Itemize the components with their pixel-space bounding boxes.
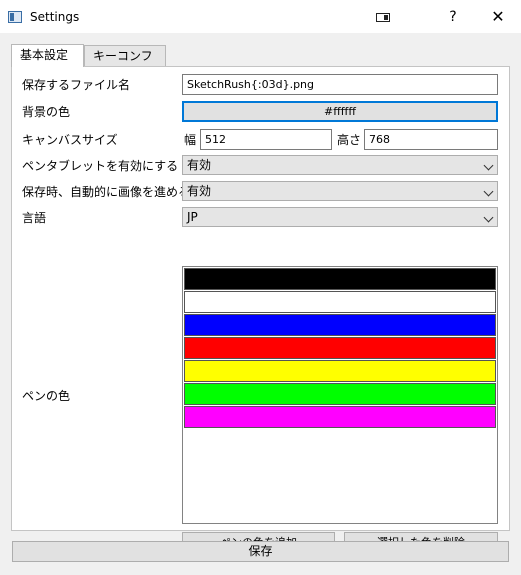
autoadvance-label: 保存時、自動的に画像を進める: [22, 185, 191, 199]
filename-label: 保存するファイル名: [22, 78, 131, 92]
chevron-down-icon: [483, 212, 494, 223]
height-input[interactable]: 768: [364, 129, 498, 150]
pentablet-value: 有効: [187, 158, 212, 172]
height-label: 高さ: [337, 133, 362, 147]
pen-color-swatch[interactable]: [184, 406, 496, 428]
pen-color-swatch[interactable]: [184, 268, 496, 290]
pen-color-label: ペンの色: [22, 389, 71, 403]
width-label: 幅: [184, 133, 197, 147]
pentablet-label: ペンタブレットを有効にする: [22, 159, 179, 173]
bg-color-button[interactable]: #ffffff: [182, 101, 498, 122]
pen-color-list[interactable]: [182, 266, 498, 524]
window-title: Settings: [30, 10, 80, 24]
pen-color-swatch[interactable]: [184, 314, 496, 336]
context-help-icon[interactable]: [360, 0, 406, 34]
pen-color-swatch[interactable]: [184, 360, 496, 382]
canvas-size-label: キャンバスサイズ: [22, 133, 118, 147]
help-button[interactable]: ?: [430, 0, 476, 34]
pen-color-swatch[interactable]: [184, 337, 496, 359]
dialog-body: 基本設定 キーコンフィグ 保存するファイル名 SketchRush{:03d}.…: [0, 34, 521, 575]
tab-key-config[interactable]: キーコンフィグ: [84, 45, 166, 83]
close-button[interactable]: ✕: [475, 0, 521, 34]
save-button[interactable]: 保存: [12, 541, 509, 562]
language-label: 言語: [22, 211, 47, 225]
autoadvance-select[interactable]: 有効: [182, 181, 498, 201]
pentablet-select[interactable]: 有効: [182, 155, 498, 175]
language-select[interactable]: JP: [182, 207, 498, 227]
chevron-down-icon: [483, 160, 494, 171]
app-icon: [8, 11, 22, 23]
title-bar: Settings ? ✕: [0, 0, 521, 34]
pen-color-swatch[interactable]: [184, 291, 496, 313]
pen-color-swatch[interactable]: [184, 383, 496, 405]
language-value: JP: [187, 210, 198, 224]
bg-color-label: 背景の色: [22, 105, 71, 119]
tab-basic-settings[interactable]: 基本設定: [11, 44, 84, 67]
settings-pane: 保存するファイル名 SketchRush{:03d}.png 背景の色 #fff…: [11, 66, 510, 553]
autoadvance-value: 有効: [187, 184, 212, 198]
filename-input[interactable]: SketchRush{:03d}.png: [182, 74, 498, 95]
width-input[interactable]: 512: [200, 129, 332, 150]
chevron-down-icon: [483, 186, 494, 197]
